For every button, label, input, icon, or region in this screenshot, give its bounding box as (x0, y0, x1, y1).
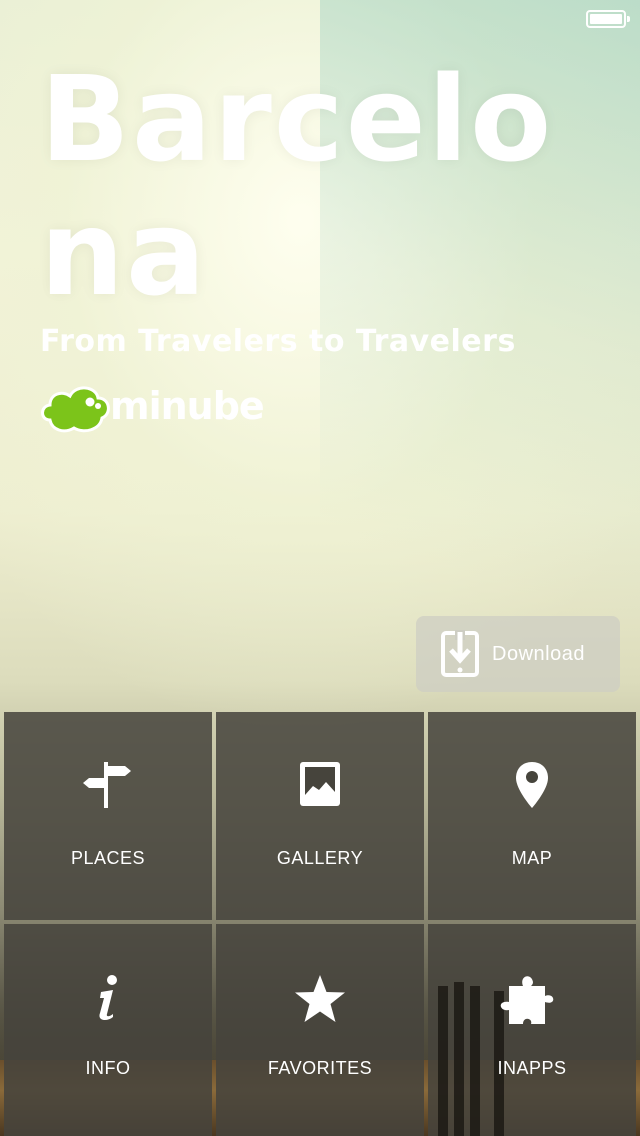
puzzle-icon (500, 976, 554, 1024)
menu-tile-map[interactable]: MAP (428, 712, 636, 920)
info-icon (99, 975, 117, 1021)
battery-icon (586, 10, 630, 28)
tagline: From Travelers to Travelers (40, 324, 516, 359)
menu-tile-favorites[interactable]: FAVORITES (216, 924, 424, 1136)
brand-logo: minube (40, 380, 300, 440)
tablet-download-icon (441, 630, 479, 677)
map-pin-icon (516, 762, 548, 808)
menu-grid: PLACES GALLERY MAP INFO FAVORITES INAPPS (4, 712, 636, 1136)
menu-tile-info[interactable]: INFO (4, 924, 212, 1136)
menu-label-favorites: FAVORITES (267, 1058, 373, 1078)
brand-name: minube (110, 384, 265, 428)
menu-tile-inapps[interactable]: INAPPS (428, 924, 636, 1136)
download-label: Download (492, 642, 585, 665)
cloud-logo-icon (41, 386, 110, 433)
menu-tile-places[interactable]: PLACES (4, 712, 212, 920)
menu-label-inapps: INAPPS (497, 1058, 567, 1078)
menu-tile-gallery[interactable]: GALLERY (216, 712, 424, 920)
star-icon (295, 975, 345, 1022)
menu-label-map: MAP (511, 848, 553, 868)
menu-label-gallery: GALLERY (276, 848, 364, 868)
menu-label-places: PLACES (70, 848, 146, 868)
image-icon (300, 762, 340, 806)
status-bar (0, 0, 640, 40)
download-button[interactable]: Download (416, 616, 620, 692)
signpost-icon (83, 762, 131, 808)
city-title: Barcelona (40, 50, 554, 322)
menu-label-info: INFO (85, 1058, 131, 1078)
background-pier-posts (428, 924, 636, 1136)
